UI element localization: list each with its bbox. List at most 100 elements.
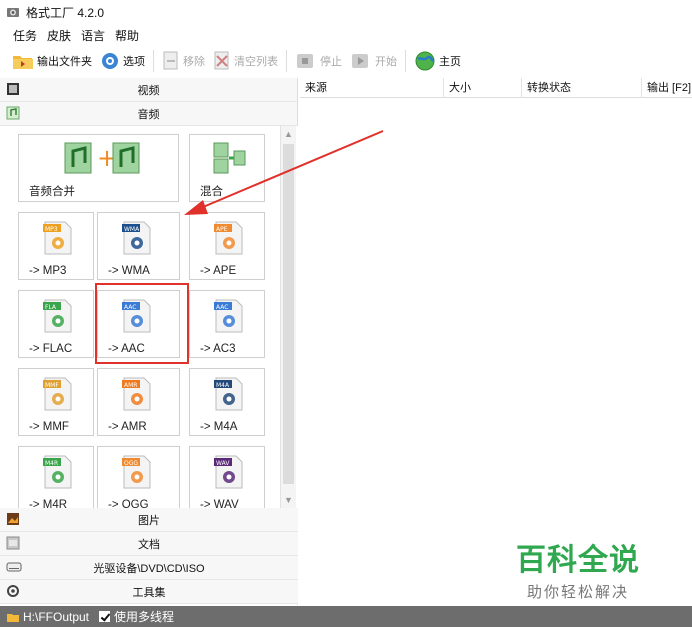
scroll-up-icon[interactable]: ▲ [283,128,294,140]
svg-text:APE: APE [216,226,228,233]
category-video-label: 视频 [137,84,160,97]
output-path[interactable]: H:\FFOutput [23,610,89,624]
home-label: 主页 [439,56,461,68]
start-label: 开始 [375,56,397,68]
watermark-sub: 助你轻松解决 [526,584,629,601]
menu-help[interactable]: 帮助 [110,27,144,44]
scroll-down-icon[interactable]: ▼ [283,494,294,506]
category-tools[interactable]: 工具集 [0,580,298,604]
home-button[interactable]: 主页 [410,48,465,74]
remove-icon [163,51,178,70]
mmf-icon: MMF [43,377,73,414]
app-logo-icon [7,8,19,17]
menu-language[interactable]: 语言 [76,27,110,44]
format-tile-m4a[interactable]: M4A -> M4A [189,368,265,436]
start-button[interactable]: 开始 [346,48,401,74]
format-tile-ape[interactable]: APE -> APE [189,212,265,280]
start-icon [352,54,368,68]
svg-text:WMA: WMA [124,226,140,233]
clear-list-button[interactable]: 清空列表 [209,48,282,74]
category-rom-label: 光驱设备\DVD\CD\ISO [93,562,205,575]
multithread-checkbox[interactable] [99,611,111,622]
category-document-label: 文档 [138,538,160,551]
column-source[interactable]: 来源 [300,78,444,98]
svg-text:FLA: FLA [45,304,57,311]
folder-icon [13,56,33,69]
ogg-icon: OGG [122,455,152,492]
ape-icon: APE [214,221,244,258]
clear-list-label: 清空列表 [234,56,278,68]
tile-label: -> MP3 [29,265,67,277]
task-table-header: 来源 大小 转换状态 输出 [F2] [300,78,692,98]
svg-text:M4A: M4A [216,382,230,389]
tile-scrollbar[interactable]: ▲ ▼ [280,126,296,508]
bottom-categories: 图片 文档 光驱设备\DVD\CD\ISO 工具集 [0,508,298,604]
toolbar-separator [286,50,287,72]
clear-icon [214,51,229,70]
category-video[interactable]: 视频 [0,78,297,102]
column-status[interactable]: 转换状态 [522,78,642,98]
output-folder-label: 输出文件夹 [37,56,92,68]
tile-label: -> WAV [200,499,239,508]
tile-label: -> APE [200,265,237,277]
format-tile-mp3[interactable]: MP3 -> MP3 [18,212,94,280]
category-audio[interactable]: 音频 [0,102,297,126]
format-tile-mmf[interactable]: MMF -> MMF [18,368,94,436]
title-bar: 格式工厂 4.2.0 [0,0,692,24]
stop-button[interactable]: 停止 [291,48,346,74]
format-tile-ogg[interactable]: OGG -> OGG [97,446,180,508]
format-tile-amr[interactable]: AMR -> AMR [97,368,180,436]
mix-audio-icon [212,141,246,178]
tile-label: -> M4A [200,421,238,433]
tools-icon [7,585,19,597]
svg-text:AMR: AMR [124,382,137,389]
svg-text:WAV: WAV [216,460,230,467]
options-button[interactable]: 选项 [96,48,149,74]
format-tile-ac3[interactable]: AAC -> AC3 [189,290,265,358]
format-tile-wma[interactable]: WMA -> WMA [97,212,180,280]
category-picture[interactable]: 图片 [0,508,298,532]
category-tools-label: 工具集 [132,586,166,599]
wma-highlight-box [95,283,189,364]
document-icon [6,536,20,550]
picture-icon [7,513,19,525]
ac3-icon: AAC [214,299,244,336]
svg-text:MMF: MMF [45,382,59,389]
format-tile-mix-audio[interactable]: 混合 [189,134,265,202]
watermark-main: 百科全说 [516,544,640,577]
toolbar: 输出文件夹 选项 移除 清空列表 停止 开始 主页 [0,46,692,76]
menu-task[interactable]: 任务 [8,27,42,44]
m4a-icon: M4A [214,377,244,414]
flac-icon: FLA [43,299,73,336]
tile-label: 混合 [200,186,223,198]
format-tile-flac[interactable]: FLA -> FLAC [18,290,94,358]
svg-text:MP3: MP3 [45,226,58,233]
status-bar: H:\FFOutput 使用多线程 [0,606,692,627]
left-panel: 视频 音频 + 音频合并 混合 MP3 -> MP3 WMA -> WMA APE -> APE… [0,78,298,605]
category-document[interactable]: 文档 [0,532,298,556]
disc-drive-icon [6,562,22,572]
tile-label: -> MMF [29,421,69,433]
format-tile-wav[interactable]: WAV -> WAV [189,446,265,508]
svg-text:AAC: AAC [216,304,228,311]
column-size[interactable]: 大小 [444,78,522,98]
multithread-label: 使用多线程 [114,610,175,624]
menu-bar: 任务 皮肤 语言 帮助 [0,24,692,46]
output-folder-button[interactable]: 输出文件夹 [8,48,96,74]
tile-label: -> AC3 [200,343,236,355]
format-tile-merge-audio[interactable]: + 音频合并 [18,134,179,202]
wma-icon: WMA [122,221,152,258]
stop-label: 停止 [320,56,342,68]
svg-text:M4R: M4R [45,460,58,467]
merge-audio-icon: + [63,141,143,178]
remove-button[interactable]: 移除 [158,48,209,74]
audio-tile-grid: + 音频合并 混合 MP3 -> MP3 WMA -> WMA APE -> APE FLA -> … [0,126,298,508]
scroll-thumb[interactable] [283,144,294,484]
column-output[interactable]: 输出 [F2] [642,78,692,98]
menu-skin[interactable]: 皮肤 [42,27,76,44]
globe-icon [415,51,435,71]
category-rom[interactable]: 光驱设备\DVD\CD\ISO [0,556,298,580]
format-tile-m4r[interactable]: M4R -> M4R [18,446,94,508]
wav-icon: WAV [214,455,244,492]
toolbar-separator [405,50,406,72]
